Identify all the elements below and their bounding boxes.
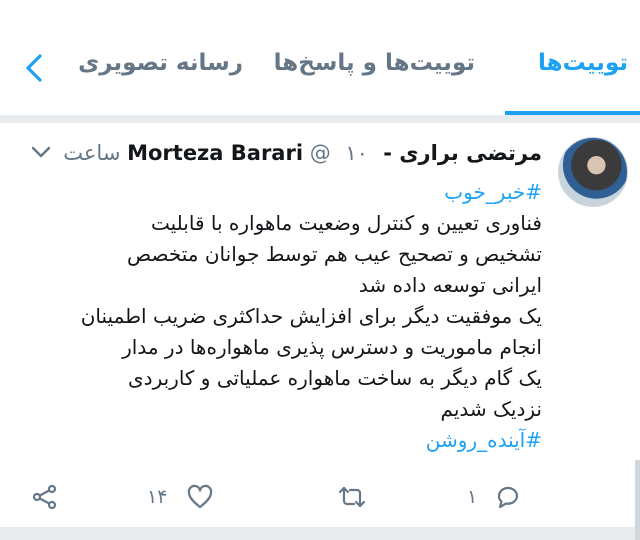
reply-icon[interactable]: [493, 482, 523, 512]
tweet-line: انجام ماموریت و دسترس پذیری ماهواره‌ها د…: [122, 335, 542, 359]
hashtag-link[interactable]: #خبر_خوب: [22, 177, 542, 208]
scrollbar[interactable]: [635, 460, 640, 540]
tweet-header: مرتضی براری - Morteza Barari @ ۱۰ ساعت: [63, 141, 542, 165]
tweet[interactable]: مرتضی براری - Morteza Barari @ ۱۰ ساعت #…: [0, 123, 640, 540]
profile-tabs: رسانه تصویری توییت‌ها و پاسخ‌ها توییت‌ها: [0, 0, 640, 115]
tweet-line: تشخیص و تصحیح عیب هم توسط جوانان متخصص: [127, 242, 542, 266]
display-name[interactable]: مرتضی براری - Morteza Barari: [127, 141, 542, 165]
share-icon[interactable]: [30, 482, 60, 512]
tweet-text: #خبر_خوب فناوری تعیین و کنترل وضعیت ماهو…: [22, 177, 542, 456]
handle-at: @: [309, 141, 331, 165]
divider: [0, 115, 640, 123]
tweet-line: یک گام دیگر به ساخت ماهواره عملیاتی و کا…: [128, 366, 542, 390]
tab-tweets[interactable]: توییت‌ها: [538, 50, 628, 76]
tab-media[interactable]: رسانه تصویری: [78, 50, 243, 76]
chevron-down-icon[interactable]: [31, 145, 51, 159]
tab-tweets-replies[interactable]: توییت‌ها و پاسخ‌ها: [274, 50, 475, 76]
divider: [0, 527, 640, 540]
hashtag-link[interactable]: #آینده_روشن: [22, 425, 542, 456]
like-count: ۱۴: [147, 486, 168, 508]
tweet-line: ایرانی توسعه داده شد: [358, 273, 542, 297]
chevron-left-icon[interactable]: [22, 52, 48, 84]
tweet-actions: ۱ ۱۴: [0, 478, 640, 518]
heart-icon[interactable]: [185, 482, 215, 512]
avatar[interactable]: [558, 137, 628, 207]
tweet-line: نزدیک شدیم: [440, 397, 542, 421]
retweet-icon[interactable]: [337, 482, 367, 512]
reply-count: ۱: [467, 486, 478, 508]
tweet-line: یک موفقیت دیگر برای افزایش حداکثری ضریب …: [80, 304, 542, 328]
tweet-line: فناوری تعیین و کنترل وضعیت ماهواره با قا…: [150, 211, 542, 235]
